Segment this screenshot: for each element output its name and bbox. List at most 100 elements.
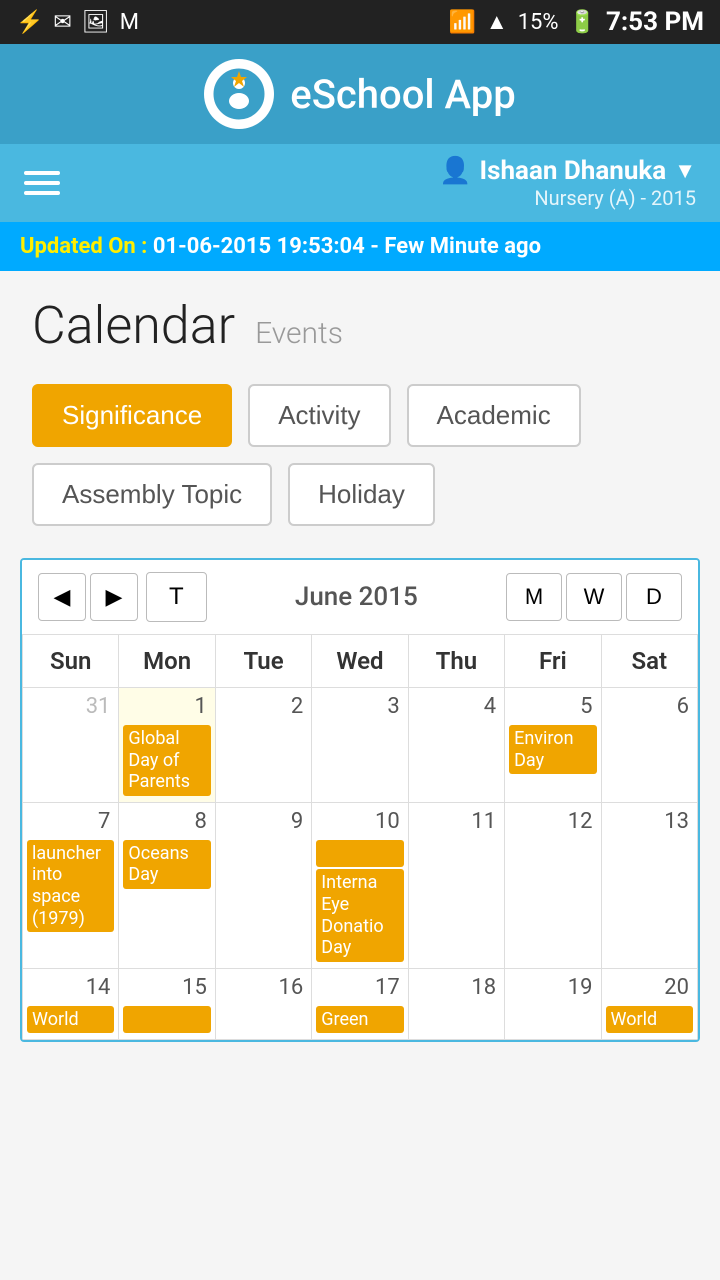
col-mon: Mon	[119, 635, 215, 688]
clock: 7:53 PM	[606, 7, 704, 37]
battery-status: 15%	[518, 10, 559, 35]
update-banner: Updated On : 01-06-2015 19:53:04 - Few M…	[0, 222, 720, 271]
cal-cell-jun19[interactable]: 19	[505, 968, 601, 1040]
cal-view-month[interactable]: M	[506, 573, 562, 621]
user-name[interactable]: 👤 Ishaan Dhanuka ▼	[439, 156, 696, 186]
user-name-text: Ishaan Dhanuka	[480, 156, 667, 186]
col-fri: Fri	[505, 635, 601, 688]
event-pill[interactable]: Interna Eye Donatio Day	[316, 869, 403, 961]
cal-cell-jun1[interactable]: 1 Global Day of Parents	[119, 688, 215, 803]
day-number: 11	[413, 807, 500, 838]
cal-prev-button[interactable]: ◀	[38, 573, 86, 621]
calendar-header-row: Sun Mon Tue Wed Thu Fri Sat	[23, 635, 698, 688]
status-icons-left: ⚡ ✉ 🖼 M	[16, 10, 139, 35]
filter-academic[interactable]: Academic	[407, 384, 581, 447]
user-info: 👤 Ishaan Dhanuka ▼ Nursery (A) - 2015	[439, 156, 696, 210]
page-subtitle: Events	[255, 316, 343, 351]
cal-today-button[interactable]: T	[146, 572, 207, 622]
cal-cell-may31[interactable]: 31	[23, 688, 119, 803]
wifi-icon: 📶	[449, 10, 476, 35]
status-bar: ⚡ ✉ 🖼 M 📶 ▲ 15% 🔋 7:53 PM	[0, 0, 720, 44]
cal-next-button[interactable]: ▶	[90, 573, 138, 621]
cal-cell-jun3[interactable]: 3	[312, 688, 408, 803]
event-pill[interactable]: Oceans Day	[123, 840, 210, 889]
cal-view-buttons: M W D	[506, 573, 682, 621]
col-sun: Sun	[23, 635, 119, 688]
calendar-table: Sun Mon Tue Wed Thu Fri Sat 31 1 Global …	[22, 634, 698, 1040]
cal-cell-jun18[interactable]: 18	[408, 968, 504, 1040]
col-thu: Thu	[408, 635, 504, 688]
cal-cell-jun12[interactable]: 12	[505, 802, 601, 968]
col-tue: Tue	[215, 635, 311, 688]
col-wed: Wed	[312, 635, 408, 688]
filter-assembly-topic[interactable]: Assembly Topic	[32, 463, 272, 526]
day-number: 18	[413, 973, 500, 1004]
cal-cell-jun11[interactable]: 11	[408, 802, 504, 968]
event-pill[interactable]: launcher into space (1979)	[27, 840, 114, 932]
cal-cell-jun6[interactable]: 6	[601, 688, 697, 803]
day-number: 10	[316, 807, 403, 838]
calendar-nav: ◀ ▶ T June 2015 M W D	[22, 560, 698, 634]
day-number: 1	[123, 692, 210, 723]
app-title: eSchool App	[290, 71, 515, 118]
event-pill[interactable]: Environ Day	[509, 725, 596, 774]
cal-cell-jun15[interactable]: 15	[119, 968, 215, 1040]
user-bar: 👤 Ishaan Dhanuka ▼ Nursery (A) - 2015	[0, 144, 720, 222]
page-title: Calendar	[32, 295, 235, 356]
filter-activity[interactable]: Activity	[248, 384, 390, 447]
cal-cell-jun16[interactable]: 16	[215, 968, 311, 1040]
image-icon: 🖼	[82, 10, 110, 35]
table-row: 14 World 15 16 17 Green 18 1	[23, 968, 698, 1040]
day-number: 7	[27, 807, 114, 838]
gmail-icon: M	[120, 10, 139, 35]
day-number: 3	[316, 692, 403, 723]
day-number: 17	[316, 973, 403, 1004]
cal-cell-jun8[interactable]: 8 Oceans Day	[119, 802, 215, 968]
day-number: 31	[27, 692, 114, 723]
cal-cell-jun5[interactable]: 5 Environ Day	[505, 688, 601, 803]
day-number: 9	[220, 807, 307, 838]
event-pill[interactable]: Global Day of Parents	[123, 725, 210, 796]
user-dropdown-arrow: ▼	[674, 158, 696, 184]
filter-significance[interactable]: Significance	[32, 384, 232, 447]
event-pill[interactable]	[316, 840, 403, 868]
event-pill[interactable]	[123, 1006, 210, 1034]
day-number: 13	[606, 807, 693, 838]
cal-cell-jun7[interactable]: 7 launcher into space (1979)	[23, 802, 119, 968]
table-row: 7 launcher into space (1979) 8 Oceans Da…	[23, 802, 698, 968]
user-class: Nursery (A) - 2015	[439, 186, 696, 210]
cal-cell-jun20[interactable]: 20 World	[601, 968, 697, 1040]
day-number: 15	[123, 973, 210, 1004]
event-pill[interactable]: Green	[316, 1006, 403, 1034]
filter-holiday[interactable]: Holiday	[288, 463, 435, 526]
day-number: 12	[509, 807, 596, 838]
menu-icon[interactable]	[24, 171, 60, 195]
user-person-icon: 👤	[439, 156, 471, 186]
cal-cell-jun10[interactable]: 10 Interna Eye Donatio Day	[312, 802, 408, 968]
signal-icon: ▲	[486, 9, 508, 35]
cal-nav-arrows: ◀ ▶	[38, 573, 138, 621]
usb-icon: ⚡	[16, 10, 43, 35]
event-pill[interactable]: World	[27, 1006, 114, 1034]
page-title-area: Calendar Events	[0, 271, 720, 368]
day-number: 16	[220, 973, 307, 1004]
app-logo	[204, 59, 274, 129]
cal-cell-jun4[interactable]: 4	[408, 688, 504, 803]
day-number: 14	[27, 973, 114, 1004]
cal-cell-jun2[interactable]: 2	[215, 688, 311, 803]
cal-view-week[interactable]: W	[566, 573, 622, 621]
update-timestamp: 01-06-2015 19:53:04	[153, 234, 365, 259]
day-number: 6	[606, 692, 693, 723]
cal-cell-jun14[interactable]: 14 World	[23, 968, 119, 1040]
cal-cell-jun13[interactable]: 13	[601, 802, 697, 968]
cal-cell-jun17[interactable]: 17 Green	[312, 968, 408, 1040]
cal-view-day[interactable]: D	[626, 573, 682, 621]
email-icon: ✉	[53, 10, 71, 35]
cal-cell-jun9[interactable]: 9	[215, 802, 311, 968]
filter-area: Significance Activity Academic Assembly …	[0, 368, 720, 542]
day-number: 20	[606, 973, 693, 1004]
table-row: 31 1 Global Day of Parents 2 3 4 5 Envir	[23, 688, 698, 803]
event-pill[interactable]: World	[606, 1006, 693, 1034]
day-number: 8	[123, 807, 210, 838]
col-sat: Sat	[601, 635, 697, 688]
